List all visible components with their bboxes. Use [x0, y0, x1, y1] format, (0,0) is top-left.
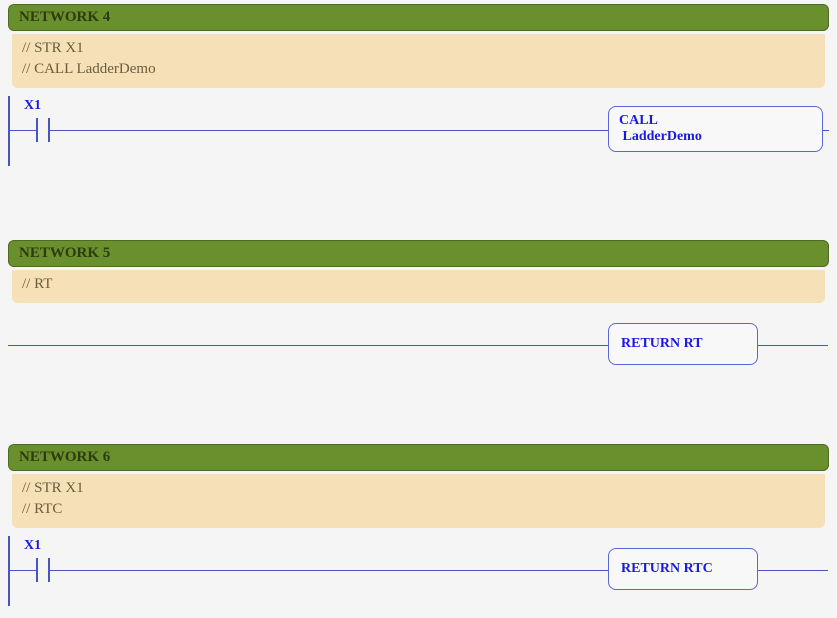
comment-line: // STR X1 — [22, 38, 815, 59]
call-box-line2: LadderDemo — [619, 129, 812, 145]
network-header: NETWORK 6 — [8, 444, 829, 471]
left-rail — [8, 96, 10, 166]
ladder-rung: RETURN RT — [8, 311, 829, 381]
call-box[interactable]: CALL LadderDemo — [608, 106, 823, 152]
network-comment: // STR X1 // CALL LadderDemo — [12, 34, 825, 88]
return-box-label: RETURN RTC — [621, 561, 745, 577]
contact-label: X1 — [24, 538, 41, 554]
call-box-line1: CALL — [619, 113, 812, 129]
return-box[interactable]: RETURN RT — [608, 323, 758, 365]
network-comment: // RT — [12, 270, 825, 303]
ladder-rung: X1 CALL LadderDemo — [8, 96, 829, 166]
contact-label: X1 — [24, 98, 41, 114]
return-box-label: RETURN RT — [621, 336, 745, 352]
network-comment: // STR X1 // RTC — [12, 474, 825, 528]
left-rail — [8, 536, 10, 606]
network-header: NETWORK 4 — [8, 4, 829, 31]
return-box[interactable]: RETURN RTC — [608, 548, 758, 590]
ladder-rung: X1 RETURN RTC — [8, 536, 829, 606]
comment-line: // STR X1 — [22, 478, 815, 499]
comment-line: // CALL LadderDemo — [22, 59, 815, 80]
comment-line: // RTC — [22, 499, 815, 520]
network-header: NETWORK 5 — [8, 240, 829, 267]
comment-line: // RT — [22, 274, 815, 295]
